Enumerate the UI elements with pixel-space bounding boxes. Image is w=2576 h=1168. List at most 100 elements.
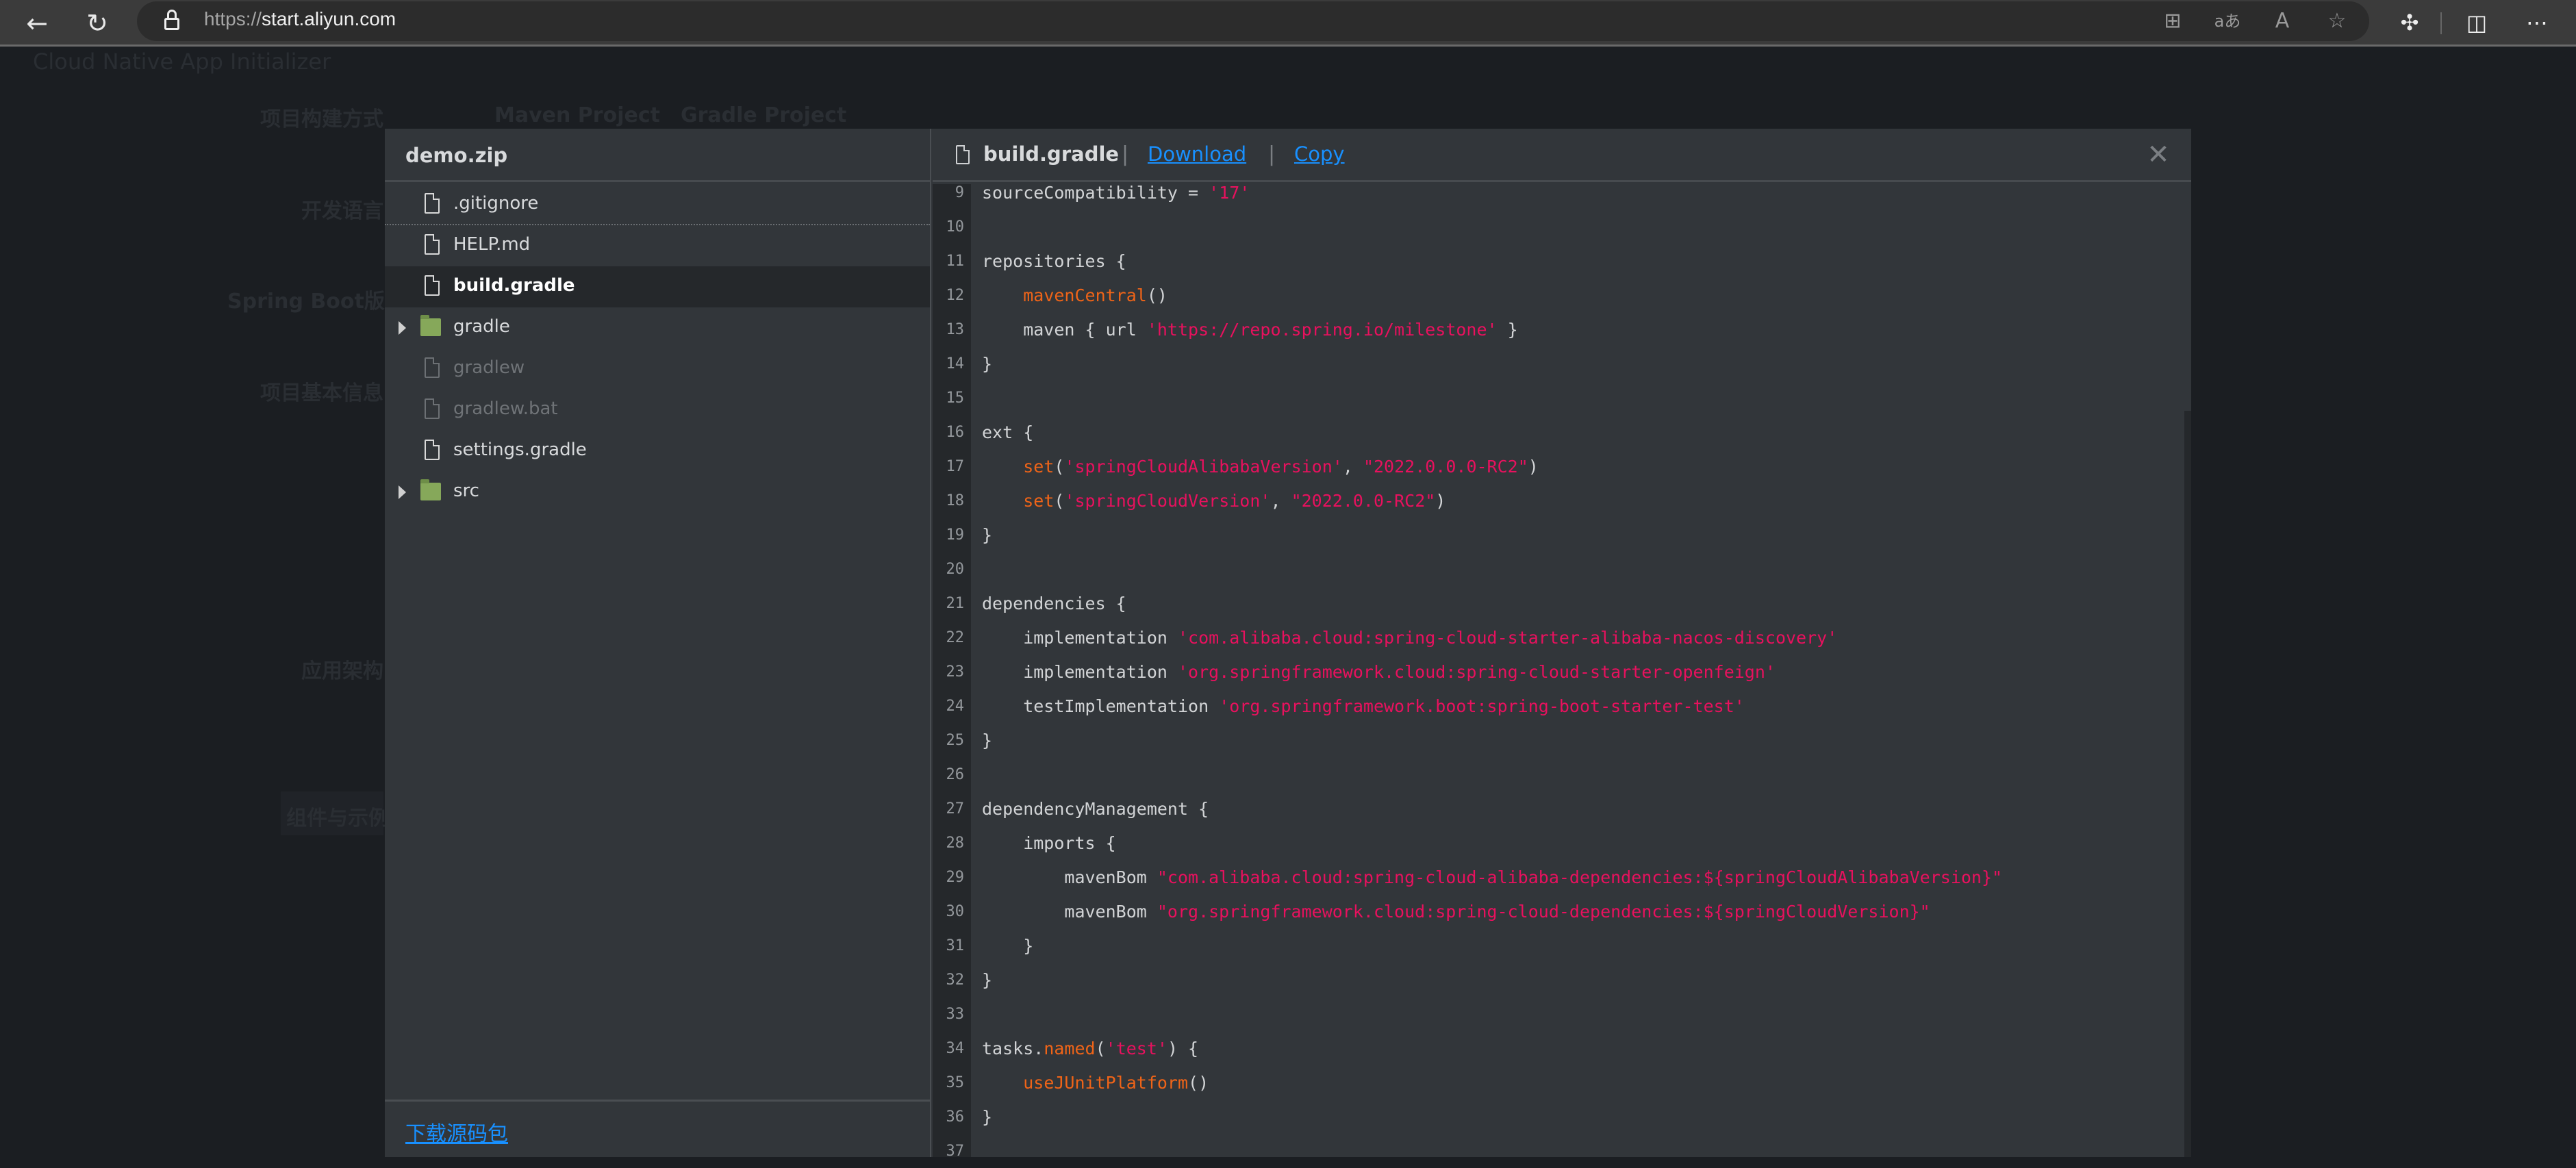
plain-token: (: [1095, 1039, 1106, 1058]
line-number: 14: [946, 355, 965, 372]
extensions-icon[interactable]: ✣: [2394, 5, 2425, 40]
code-line: 17 set('springCloudAlibabaVersion', "202…: [933, 451, 2191, 485]
url-text[interactable]: https://start.aliyun.com: [204, 8, 396, 30]
code-text: mavenCentral(): [982, 285, 1167, 305]
refresh-icon[interactable]: ↻: [79, 5, 115, 41]
plain-token: (): [1146, 285, 1167, 305]
tree-item-label: .gitignore: [453, 193, 539, 214]
plain-token: dependencyManagement {: [982, 799, 1209, 819]
caret-right-icon[interactable]: [399, 485, 406, 499]
function-token: useJUnitPlatform: [1023, 1073, 1189, 1093]
code-lines: 9 sourceCompatibility = '17' 10 11 repositor…: [933, 184, 2191, 1157]
code-header: build.gradle | Download | Copy ✕: [933, 129, 2191, 182]
string-token: "2022.0.0.0-RC2": [1363, 457, 1528, 477]
line-number: 37: [946, 1143, 965, 1157]
line-number: 28: [946, 835, 965, 852]
plain-token: ,: [1270, 491, 1291, 511]
code-line: 24 testImplementation 'org.springframewo…: [933, 691, 2191, 725]
folder-icon: [420, 315, 441, 336]
caret-right-icon[interactable]: [399, 321, 406, 335]
download-source-link[interactable]: 下载源码包: [405, 1117, 508, 1147]
split-screen-icon[interactable]: ◫: [2461, 5, 2492, 40]
line-number: 17: [946, 458, 965, 475]
more-icon[interactable]: ⋯: [2521, 5, 2553, 40]
code-text: mavenBom "com.alibaba.cloud:spring-cloud…: [982, 867, 2002, 887]
plain-token: (): [1188, 1073, 1209, 1093]
file-icon: [425, 193, 440, 214]
code-line: 37: [933, 1136, 2191, 1157]
plain-token: maven { url: [982, 320, 1147, 340]
line-number: 10: [946, 218, 965, 236]
string-token: 'org.springframework.boot:spring-boot-st…: [1219, 696, 1745, 716]
copy-link[interactable]: Copy: [1294, 142, 1345, 166]
string-token: "org.springframework.cloud:spring-cloud-…: [1157, 902, 1930, 922]
function-token: mavenCentral: [1023, 285, 1147, 305]
tree-item-label: build.gradle: [453, 275, 575, 296]
label-build-type: 项目构建方式: [260, 107, 383, 131]
plain-token: }: [982, 1107, 993, 1127]
plain-token: }: [982, 354, 993, 374]
tree-item-label: gradlew.bat: [453, 398, 558, 419]
favorite-star-icon[interactable]: ☆: [2321, 5, 2353, 37]
source-preview-modal: demo.zip .gitignore HELP.md build.gradle…: [385, 129, 2191, 1157]
file-tree-panel: demo.zip .gitignore HELP.md build.gradle…: [385, 129, 931, 1157]
file-icon: [425, 398, 440, 419]
read-aloud-icon[interactable]: A: [2266, 5, 2298, 37]
zip-header: demo.zip: [385, 129, 930, 182]
option-maven-project[interactable]: Maven Project: [494, 103, 660, 127]
line-number: 11: [946, 253, 965, 270]
app-title: Cloud Native App Initializer: [33, 49, 331, 75]
tree-item-gradlew[interactable]: gradlew: [385, 348, 930, 390]
line-number: 33: [946, 1006, 965, 1023]
code-line: 9 sourceCompatibility = '17': [933, 184, 2191, 212]
line-number: 31: [946, 937, 965, 954]
plain-token: sourceCompatibility =: [982, 184, 1209, 203]
tree-item-gradle-folder[interactable]: gradle: [385, 307, 930, 348]
translate-icon[interactable]: aあ: [2212, 5, 2243, 37]
download-link[interactable]: Download: [1148, 142, 1246, 166]
tree-item-build-gradle[interactable]: build.gradle: [385, 266, 930, 307]
close-icon[interactable]: ✕: [2146, 141, 2171, 168]
plain-token: mavenBom: [982, 902, 1157, 922]
tree-item-help-md[interactable]: HELP.md: [385, 225, 930, 266]
tree-item-label: gradlew: [453, 357, 525, 378]
components-button[interactable]: 组件与示例: [281, 791, 389, 835]
file-icon: [425, 440, 440, 460]
back-arrow-icon[interactable]: ←: [19, 5, 55, 41]
code-line: 20: [933, 554, 2191, 588]
address-bar[interactable]: https://start.aliyun.com ⊞ aあ A ☆: [137, 1, 2369, 41]
line-number: 27: [946, 800, 965, 817]
file-icon: [425, 234, 440, 255]
plain-token: }: [982, 525, 993, 545]
tree-item-settings-gradle[interactable]: settings.gradle: [385, 431, 930, 472]
lock-icon[interactable]: [164, 10, 179, 30]
plain-token: ) {: [1167, 1039, 1199, 1058]
plain-token: (: [1054, 457, 1065, 477]
zip-name: demo.zip: [405, 144, 508, 167]
code-viewer[interactable]: 9 sourceCompatibility = '17' 10 11 repositor…: [933, 184, 2191, 1157]
code-line: 21 dependencies {: [933, 588, 2191, 622]
code-line: 36}: [933, 1102, 2191, 1136]
code-line: 23 implementation 'org.springframework.c…: [933, 657, 2191, 691]
string-token: "com.alibaba.cloud:spring-cloud-alibaba-…: [1157, 867, 2003, 887]
code-scrollbar[interactable]: [2184, 411, 2191, 1157]
tree-item-gitignore[interactable]: .gitignore: [385, 184, 930, 225]
code-text: }: [982, 970, 992, 990]
code-text: }: [982, 1107, 992, 1127]
option-gradle-project[interactable]: Gradle Project: [681, 103, 846, 127]
app-add-icon[interactable]: ⊞: [2157, 5, 2188, 37]
code-text: implementation 'com.alibaba.cloud:spring…: [982, 628, 1837, 648]
line-number: 36: [946, 1108, 965, 1126]
code-line: 12 mavenCentral(): [933, 280, 2191, 314]
plain-token: dependencies {: [982, 594, 1126, 613]
tree-item-gradlew-bat[interactable]: gradlew.bat: [385, 390, 930, 431]
line-number: 15: [946, 390, 965, 407]
code-text: imports {: [982, 833, 1115, 853]
code-line: 19}: [933, 520, 2191, 554]
tree-item-src-folder[interactable]: src: [385, 472, 930, 513]
side-footer: 下载源码包: [385, 1100, 930, 1157]
code-text: set('springCloudAlibabaVersion', "2022.0…: [982, 457, 1539, 477]
